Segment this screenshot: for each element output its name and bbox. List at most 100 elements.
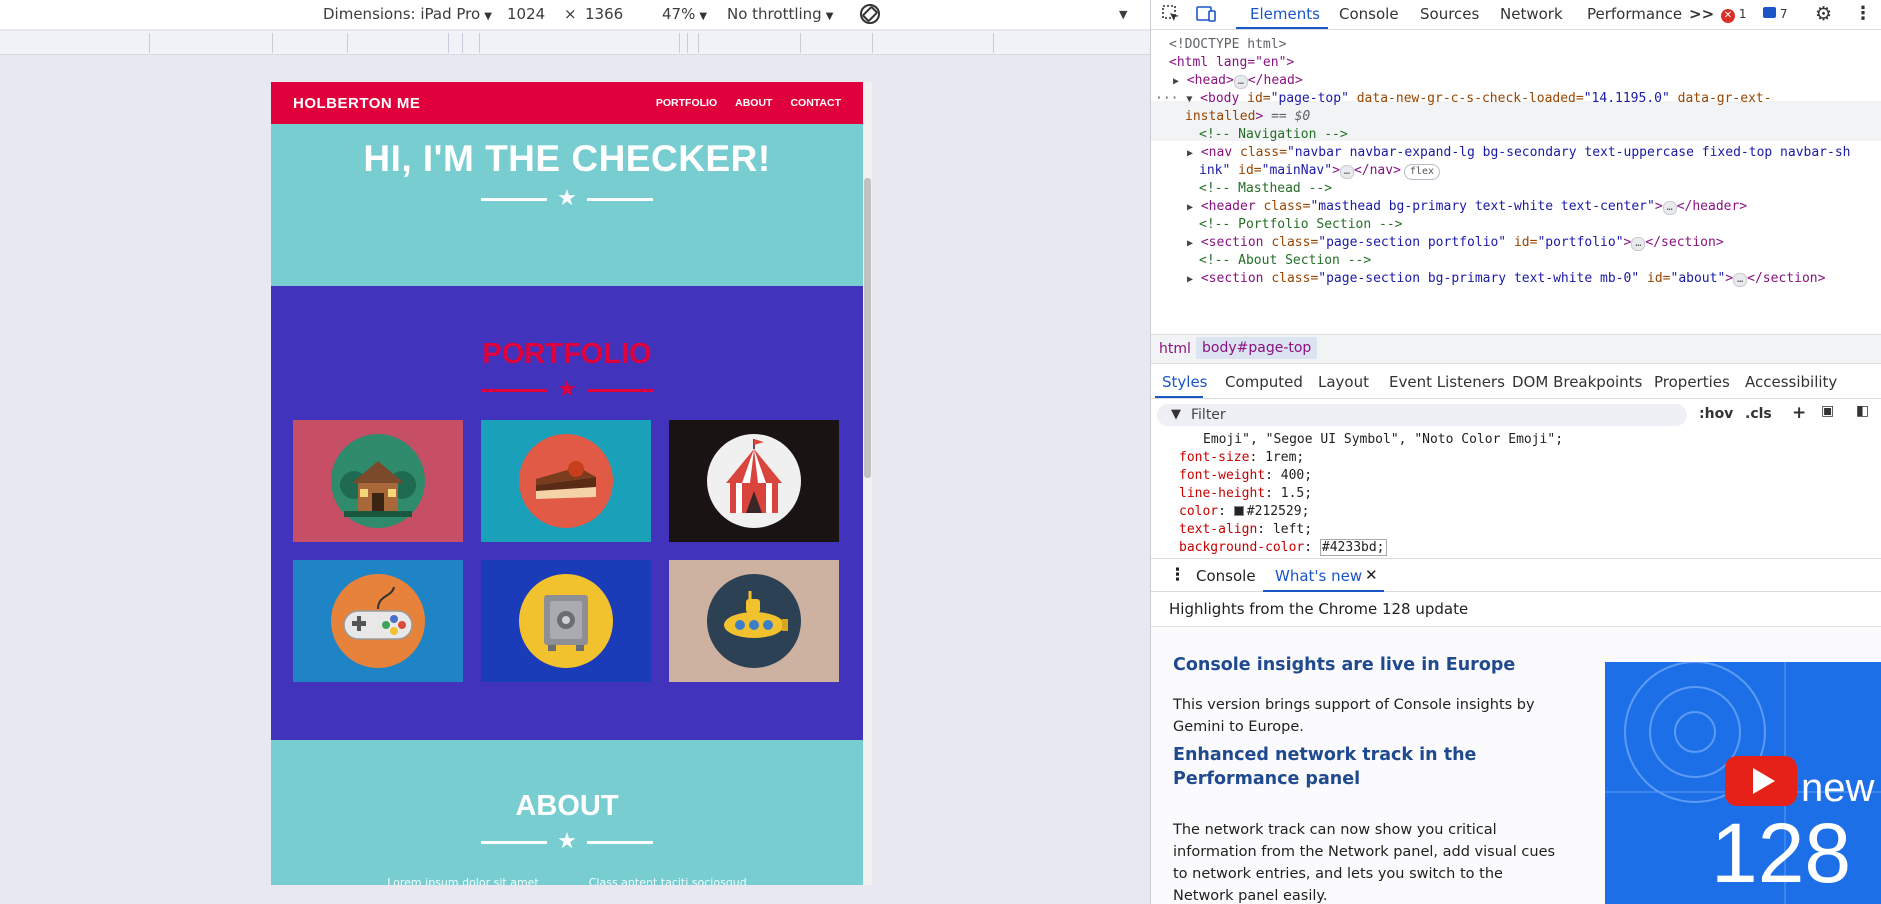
inspect-element-icon[interactable] [1161,4,1181,28]
width-input[interactable]: 1024 [507,5,545,23]
tab-elements[interactable]: Elements [1250,5,1320,23]
expand-triangle-icon[interactable]: ▶ [1187,202,1193,213]
star-icon: ★ [557,377,577,402]
flex-badge[interactable]: flex [1403,164,1440,180]
more-tabs-icon[interactable]: >> [1689,5,1714,23]
whats-new-heading-2[interactable]: Enhanced network track in the Performanc… [1173,743,1553,791]
viewport-scrollbar[interactable] [863,82,872,885]
comment-masthead[interactable]: <!-- Masthead --> [1199,181,1332,196]
zoom-dropdown[interactable]: 47% ▼ [662,5,707,23]
ellipsis-icon[interactable]: … [1233,75,1248,89]
body-node-cont[interactable]: installed> == $0 [1185,109,1310,124]
styles-filter-input[interactable]: ▼ Filter [1157,404,1687,426]
portfolio-item-cake[interactable] [481,420,651,542]
body-node[interactable]: ··· ▼ <body id="page-top" data-new-gr-c-… [1155,91,1772,106]
close-icon[interactable]: ✕ [1365,566,1378,584]
expand-triangle-icon[interactable]: ▶ [1187,238,1193,249]
settings-gear-icon[interactable]: ⚙ [1815,3,1832,25]
nav-link-portfolio[interactable]: PORTFOLIO [656,97,717,109]
messages-badge[interactable]: 7 [1763,7,1787,21]
expand-triangle-icon[interactable]: ▶ [1173,76,1179,87]
drawer-menu-icon[interactable]: ⋮ [1169,565,1186,585]
styles-filter-row: ▼ Filter :hov .cls + ▣ ◧ [1151,400,1881,430]
error-badge[interactable]: ✕ 1 [1721,7,1746,23]
subtab-dom-breakpoints[interactable]: DOM Breakpoints [1512,373,1642,391]
portfolio-item-circus[interactable] [669,420,839,542]
background-color-editor[interactable]: #4233bd; [1319,539,1387,556]
ellipsis-icon[interactable]: … [1662,201,1677,215]
nav-node[interactable]: ▶ <nav class="navbar navbar-expand-lg bg… [1187,145,1851,160]
tab-network[interactable]: Network [1500,5,1563,23]
paint-brush-icon[interactable]: ▣ [1821,403,1834,419]
breadcrumb-body[interactable]: body#page-top [1196,337,1318,359]
nav-link-about[interactable]: ABOUT [735,97,772,109]
devtools-main-tabs: Elements Console Sources Network Perform… [1151,0,1881,30]
portfolio-item-submarine[interactable] [669,560,839,682]
subtab-properties[interactable]: Properties [1654,373,1730,391]
expand-triangle-icon[interactable]: ▶ [1187,274,1193,285]
hov-toggle[interactable]: :hov [1699,406,1733,422]
subtab-computed[interactable]: Computed [1225,373,1303,391]
chevron-down-icon: ▼ [825,11,834,22]
portfolio-item-game[interactable] [293,560,463,682]
subtab-event-listeners[interactable]: Event Listeners [1389,373,1505,391]
style-line-height[interactable]: line-height: 1.5; [1179,486,1312,501]
scrollbar-thumb[interactable] [864,178,871,478]
portfolio-item-safe[interactable] [481,560,651,682]
cls-toggle[interactable]: .cls [1745,406,1772,422]
drawer-tab-whats-new[interactable]: What's new [1275,567,1362,585]
comment-navigation[interactable]: <!-- Navigation --> [1199,127,1348,142]
comment-about[interactable]: <!-- About Section --> [1199,253,1371,268]
section-about-node[interactable]: ▶ <section class="page-section bg-primar… [1187,271,1825,287]
nav-node-cont[interactable]: ink" id="mainNav">… </nav> flex [1199,163,1440,180]
ellipsis-icon[interactable]: … [1631,237,1646,251]
html-node[interactable]: <html lang="en"> [1169,55,1294,70]
portfolio-item-cabin[interactable] [293,420,463,542]
device-toolbar-more-icon[interactable]: ▼ [1119,8,1127,21]
styles-pane[interactable]: Emoji", "Segoe UI Symbol", "Noto Color E… [1151,430,1881,558]
ellipsis-icon[interactable]: … [1339,165,1354,179]
expand-triangle-icon[interactable]: ▶ [1187,148,1193,159]
height-input[interactable]: 1366 [585,5,623,23]
style-background-color[interactable]: background-color: #4233bd; [1179,539,1387,556]
whats-new-video-thumbnail[interactable]: new 128 [1605,662,1881,904]
whats-new-heading-1[interactable]: Console insights are live in Europe [1173,653,1553,677]
subtab-accessibility[interactable]: Accessibility [1745,373,1837,391]
style-font-weight[interactable]: font-weight: 400; [1179,468,1312,483]
subtab-styles[interactable]: Styles [1162,373,1208,391]
tab-console[interactable]: Console [1339,5,1399,23]
head-node[interactable]: ▶ <head>… </head> [1173,73,1303,89]
tab-sources[interactable]: Sources [1420,5,1479,23]
throttling-dropdown[interactable]: No throttling ▼ [727,5,833,23]
dimensions-label: Dimensions: iPad Pro [323,5,481,23]
safe-icon [519,574,613,668]
subtab-layout[interactable]: Layout [1318,373,1369,391]
rotate-icon[interactable] [858,2,882,30]
style-text-align[interactable]: text-align: left; [1179,522,1312,537]
drawer-tab-console[interactable]: Console [1196,567,1256,585]
sidebar-toggle-icon[interactable]: ◧ [1856,403,1869,419]
media-query-ruler[interactable] [0,31,1150,55]
collapse-triangle-icon[interactable]: ▼ [1186,94,1192,105]
ellipsis-icon[interactable]: … [1733,273,1748,287]
style-font-size[interactable]: font-size: 1rem; [1179,450,1304,465]
dimensions-dropdown[interactable]: Dimensions: iPad Pro ▼ [323,5,492,23]
elements-tree[interactable]: <!DOCTYPE html> <html lang="en"> ▶ <head… [1151,31,1881,334]
nav-link-contact[interactable]: CONTACT [790,97,841,109]
message-count: 7 [1779,7,1788,21]
filter-icon: ▼ [1171,407,1181,422]
header-node[interactable]: ▶ <header class="masthead bg-primary tex… [1187,199,1747,215]
doctype-line[interactable]: <!DOCTYPE html> [1169,37,1286,52]
kebab-menu-icon[interactable]: ⋮ [1854,3,1872,24]
site-brand[interactable]: HOLBERTON ME [293,95,420,112]
comment-portfolio[interactable]: <!-- Portfolio Section --> [1199,217,1403,232]
section-portfolio-node[interactable]: ▶ <section class="page-section portfolio… [1187,235,1724,251]
breadcrumb-html[interactable]: html [1159,341,1191,357]
font-family-tail: Emoji", "Segoe UI Symbol", "Noto Color E… [1203,432,1564,447]
new-rule-icon[interactable]: + [1792,403,1806,423]
tab-performance[interactable]: Performance [1587,5,1682,23]
device-toolbar-toggle-icon[interactable] [1195,4,1217,28]
color-swatch[interactable] [1233,506,1244,516]
style-color[interactable]: color: #212529; [1179,504,1309,519]
emulated-viewport[interactable]: HOLBERTON ME PORTFOLIO ABOUT CONTACT HI,… [271,82,863,885]
